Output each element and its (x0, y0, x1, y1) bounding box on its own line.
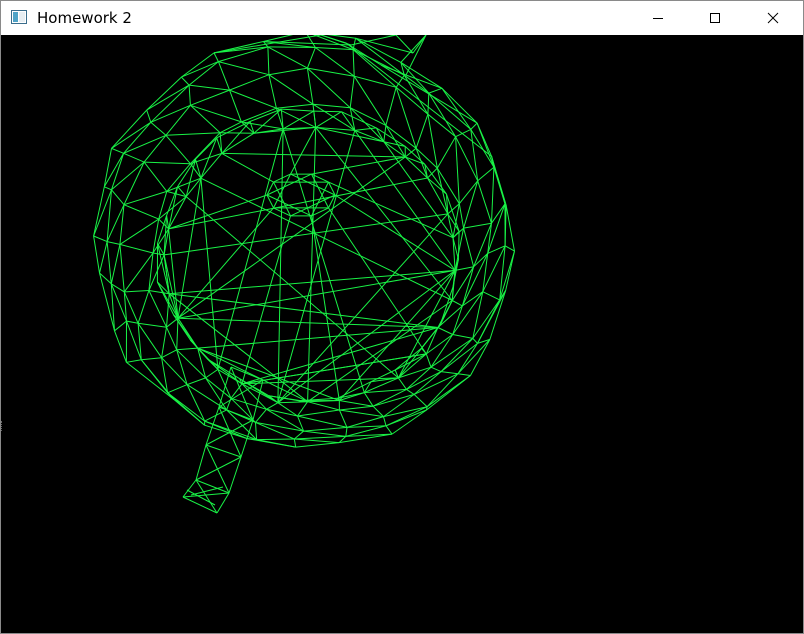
app-window: Homework 2 (0, 0, 804, 634)
close-button[interactable] (744, 1, 802, 35)
window-title: Homework 2 (37, 9, 132, 27)
title-bar[interactable]: Homework 2 (1, 1, 803, 35)
close-icon (767, 12, 779, 24)
maximize-icon (710, 13, 720, 23)
minimize-icon (653, 18, 663, 19)
minimize-button[interactable] (629, 1, 687, 35)
render-viewport[interactable] (1, 35, 803, 633)
resize-edge[interactable] (1, 421, 4, 431)
window-app-icon (11, 10, 27, 24)
teapot-wireframe (93, 35, 515, 514)
maximize-button[interactable] (686, 1, 744, 35)
